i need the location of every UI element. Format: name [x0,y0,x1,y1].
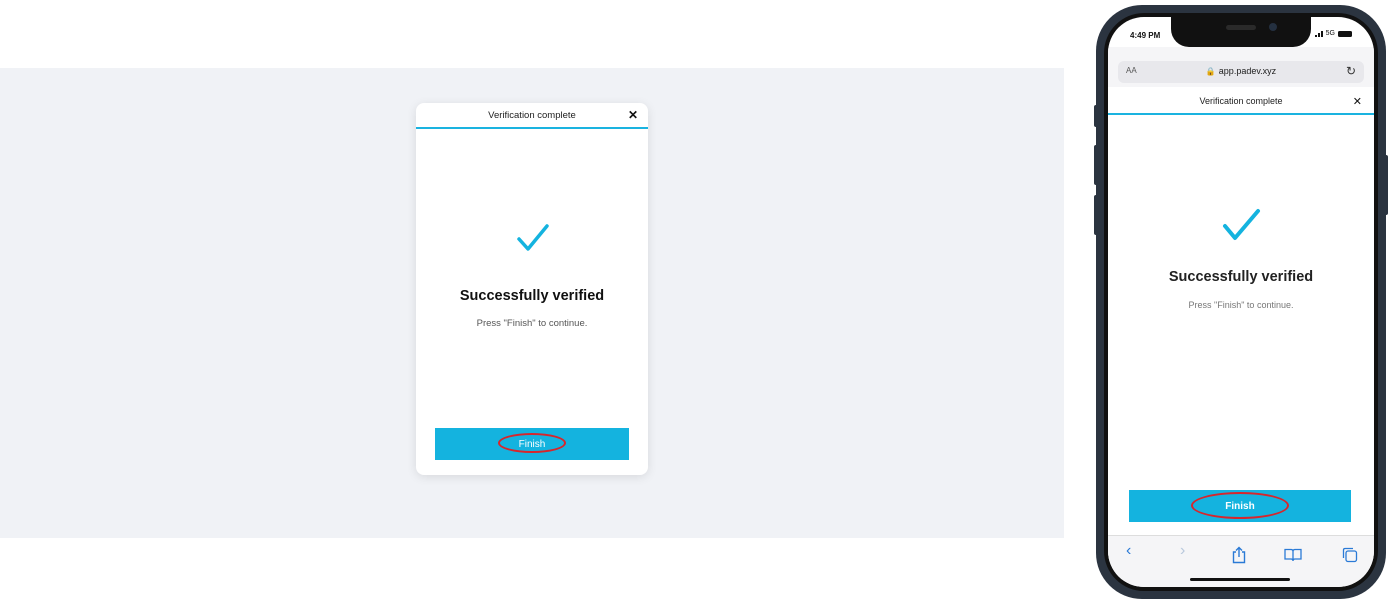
phone-frame: 4:49 PM 5G AA 🔒 app.padev.xyz ↻ Verifica… [1094,5,1388,599]
volume-down-button [1094,195,1098,235]
close-icon[interactable]: ✕ [628,109,638,121]
checkmark-icon [517,224,549,251]
mobile-modal-header: Verification complete ✕ [1108,87,1374,115]
checkmark-icon [1223,209,1260,240]
finish-button[interactable]: Finish [1129,490,1351,522]
close-icon[interactable]: ✕ [1353,95,1362,108]
lock-icon: 🔒 [1205,67,1216,76]
phone-screen: 4:49 PM 5G AA 🔒 app.padev.xyz ↻ Verifica… [1108,17,1374,587]
success-heading: Successfully verified [459,288,605,304]
status-indicators: 5G [1314,30,1352,37]
url-display: 🔒 app.padev.xyz [1118,66,1364,76]
status-time: 4:49 PM [1130,31,1161,40]
modal-header: Verification complete ✕ [416,103,648,129]
reload-icon[interactable]: ↻ [1346,64,1356,78]
battery-icon [1338,30,1352,37]
success-subtext: Press "Finish" to continue. [1188,300,1294,310]
volume-up-button [1094,145,1098,185]
modal-title: Verification complete [488,110,576,121]
browser-toolbar: ‹ › [1108,535,1374,587]
forward-icon[interactable]: › [1180,542,1185,560]
desktop-verification-modal: Verification complete ✕ Successfully ver… [416,103,648,475]
share-icon[interactable] [1232,546,1246,564]
annotation-circle [498,433,566,453]
annotation-circle [1191,492,1289,519]
network-label: 5G [1325,30,1335,37]
modal-title: Verification complete [1199,96,1283,106]
speaker-grille [1226,25,1256,30]
success-subtext: Press "Finish" to continue. [476,318,588,329]
tabs-icon[interactable] [1342,547,1358,563]
book-icon[interactable] [1284,548,1302,562]
camera-icon [1269,23,1277,31]
composite-screenshot: Verification complete ✕ Successfully ver… [0,0,1394,604]
success-heading: Successfully verified [1168,269,1314,285]
mute-switch [1094,105,1098,127]
address-bar[interactable]: AA 🔒 app.padev.xyz ↻ [1118,61,1364,83]
home-indicator [1190,578,1290,581]
back-icon[interactable]: ‹ [1126,542,1131,560]
finish-button[interactable]: Finish [435,428,629,460]
notch [1171,17,1311,47]
url-text: app.padev.xyz [1218,66,1277,76]
signal-icon [1314,30,1323,37]
phone-bezel: 4:49 PM 5G AA 🔒 app.padev.xyz ↻ Verifica… [1104,13,1378,591]
browser-address-area: AA 🔒 app.padev.xyz ↻ [1108,47,1374,87]
power-button [1384,155,1388,215]
